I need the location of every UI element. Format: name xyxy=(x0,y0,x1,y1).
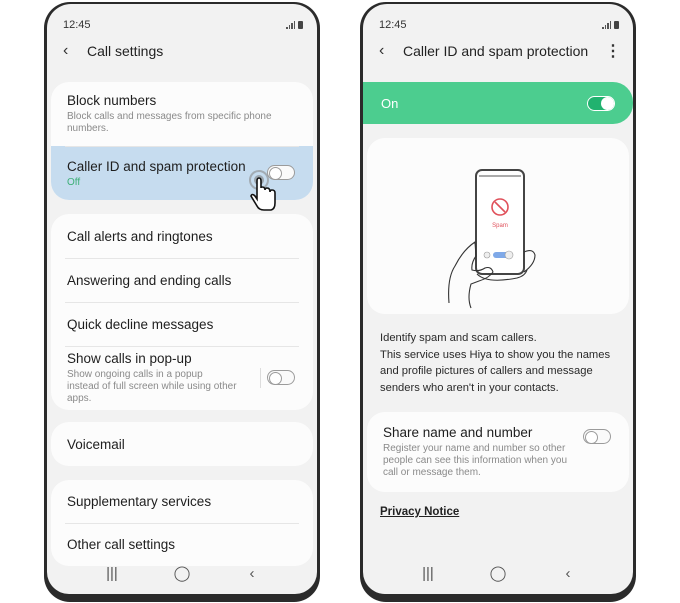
master-toggle[interactable] xyxy=(587,95,615,111)
list-item-show-calls-popup[interactable]: Show calls in pop-up Show ongoing calls … xyxy=(51,346,313,410)
status-bar: 12:45 xyxy=(379,18,619,32)
master-switch-label: On xyxy=(381,95,399,111)
item-subtitle: Show ongoing calls in a popup instead of… xyxy=(67,369,237,404)
signal-icon xyxy=(286,21,295,29)
item-title: Answering and ending calls xyxy=(67,272,232,288)
signal-icon xyxy=(602,21,611,29)
item-title: Other call settings xyxy=(67,537,176,552)
item-title: Voicemail xyxy=(67,436,125,452)
tap-gesture-icon xyxy=(249,170,276,211)
status-time: 12:45 xyxy=(379,19,407,31)
show-popup-toggle[interactable] xyxy=(267,370,295,385)
nav-back-icon[interactable]: ‹ xyxy=(237,565,267,582)
item-title: Show calls in pop-up xyxy=(67,351,192,366)
back-arrow-icon[interactable]: ‹ xyxy=(379,42,403,60)
illustration-card: Spam xyxy=(367,138,629,314)
divider xyxy=(260,368,261,388)
list-item-supplementary[interactable]: Supplementary services xyxy=(51,480,313,523)
description-line-2: This service uses Hiya to show you the n… xyxy=(380,348,611,394)
list-item-block-numbers[interactable]: Block numbers Block calls and messages f… xyxy=(51,82,313,146)
item-title: Supplementary services xyxy=(67,494,212,509)
battery-icon xyxy=(614,21,619,29)
item-subtitle: Block calls and messages from specific p… xyxy=(67,111,272,134)
page-title: Call settings xyxy=(87,43,164,59)
status-time: 12:45 xyxy=(63,19,91,31)
screen-caller-id: 12:45 ‹ Caller ID and spam protection ⋮ … xyxy=(363,4,633,594)
item-title: Block numbers xyxy=(67,93,157,108)
list-item-share-name-number[interactable]: Share name and number Register your name… xyxy=(367,412,629,492)
list-item-voicemail[interactable]: Voicemail xyxy=(51,422,313,466)
back-arrow-icon[interactable]: ‹ xyxy=(63,42,87,60)
privacy-notice-link[interactable]: Privacy Notice xyxy=(380,506,459,518)
settings-group-calls: Call alerts and ringtones Answering and … xyxy=(51,214,313,410)
share-settings-card: Share name and number Register your name… xyxy=(367,412,629,492)
share-toggle[interactable] xyxy=(583,429,611,444)
list-item-call-alerts[interactable]: Call alerts and ringtones xyxy=(51,214,313,258)
list-item-quick-decline[interactable]: Quick decline messages xyxy=(51,302,313,346)
item-title: Quick decline messages xyxy=(67,316,214,332)
home-icon[interactable]: ◯ xyxy=(167,564,197,582)
item-title: Share name and number xyxy=(383,425,533,440)
spam-label: Spam xyxy=(492,223,508,229)
nav-back-icon[interactable]: ‹ xyxy=(553,565,583,582)
item-subtitle: Register your name and number so other p… xyxy=(383,443,568,478)
settings-group-voicemail: Voicemail xyxy=(51,422,313,466)
screen-call-settings: 12:45 ‹ Call settings Block numbers Bloc… xyxy=(47,4,317,594)
app-bar: ‹ Call settings xyxy=(63,40,305,62)
more-options-icon[interactable]: ⋮ xyxy=(605,41,621,61)
list-item-answering-ending[interactable]: Answering and ending calls xyxy=(51,258,313,302)
status-bar: 12:45 xyxy=(63,18,303,32)
settings-group-other: Supplementary services Other call settin… xyxy=(51,480,313,566)
item-title: Call alerts and ringtones xyxy=(67,228,213,244)
page-title: Caller ID and spam protection xyxy=(403,43,589,59)
nav-bar: ||| ◯ ‹ xyxy=(363,560,633,586)
nav-bar: ||| ◯ ‹ xyxy=(47,560,317,586)
phone-frame-caller-id: 12:45 ‹ Caller ID and spam protection ⋮ … xyxy=(360,2,636,602)
description-line-1: Identify spam and scam callers. xyxy=(380,332,537,344)
home-icon[interactable]: ◯ xyxy=(483,564,513,582)
master-switch-bar[interactable]: On xyxy=(363,82,633,124)
recents-icon[interactable]: ||| xyxy=(97,565,127,582)
recents-icon[interactable]: ||| xyxy=(413,565,443,582)
service-description: Identify spam and scam callers. This ser… xyxy=(380,330,623,396)
phone-frame-call-settings: 12:45 ‹ Call settings Block numbers Bloc… xyxy=(44,2,320,602)
battery-icon xyxy=(298,21,303,29)
spam-call-illustration: Spam xyxy=(448,169,536,309)
app-bar: ‹ Caller ID and spam protection ⋮ xyxy=(379,40,621,62)
